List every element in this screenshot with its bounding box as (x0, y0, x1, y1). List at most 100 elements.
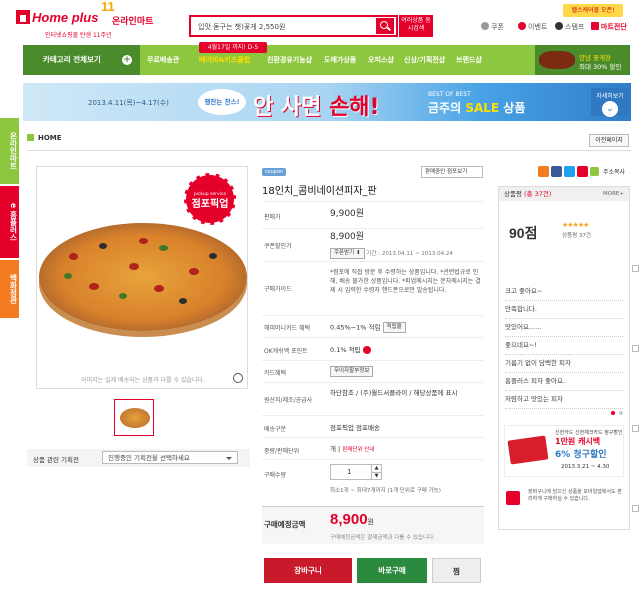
wishlist-button[interactable]: 찜 (432, 558, 481, 583)
copy-address-link[interactable]: 주소복사 (603, 167, 625, 176)
mobile-app-icon (506, 491, 520, 505)
cardben-value: 무이자할부정보 (330, 366, 482, 377)
qty-row: 구매수량 1 ▲ ▼ 최소1개 ~ 최대7개까지 (1개 단위로 구매 가능) (262, 459, 484, 501)
review-list: 크고 좋아요~ 만족합니다. 맛있어요...... 좋으네요~! 기름기 없이 … (505, 283, 623, 409)
list-item[interactable]: 홈플러스 피자 좋아요. (505, 373, 623, 391)
installment-button[interactable]: 무이자할부정보 (330, 366, 374, 377)
unit-value: 개 | 판매단위 안내 (330, 445, 375, 453)
topping (189, 268, 199, 275)
ad-bank: 신한카드 신한체크카드 청구할인 (555, 430, 623, 436)
breadcrumb[interactable]: HOME (27, 134, 62, 142)
list-item[interactable]: 기름기 없이 담백한 피자 (505, 355, 623, 373)
credit-card-image (507, 435, 549, 465)
ok-icon (362, 346, 371, 354)
category-all-button[interactable]: 카테고리 전체보기 + (23, 45, 140, 75)
link-icon (590, 167, 599, 176)
coupon-download-button[interactable]: 쿠폰받기 ⬇ (330, 248, 365, 259)
quick-button[interactable] (632, 345, 639, 352)
home-icon (27, 134, 34, 141)
price-value: 9,900원 (330, 209, 365, 219)
prev-page-button[interactable]: 이전페이지 (589, 134, 629, 147)
quantity-stepper[interactable]: 1 ▲ ▼ (330, 464, 382, 480)
total-label: 구매예정금액 (264, 520, 306, 529)
search-value: 입맛 돋구는 챗)꽃게 2,550원 (198, 23, 286, 31)
topping (89, 283, 99, 290)
nav-event[interactable]: 이벤트 (518, 22, 547, 32)
coupon-price: 8,900원 (330, 232, 365, 242)
menu-item-new[interactable]: 신상/기획전샵 (404, 45, 445, 75)
list-item[interactable]: 크고 좋아요~ (505, 283, 623, 301)
side-tab-online[interactable]: 온라인마트 (0, 118, 19, 184)
banner-more-button[interactable]: 자세히보기 ⌄ (591, 88, 629, 117)
store-select[interactable]: 판매중인 점포보기 (421, 166, 483, 178)
rate-button[interactable]: 적립율 (382, 322, 406, 333)
facebook-icon[interactable] (551, 166, 562, 177)
list-item[interactable]: 맛있어요...... (505, 319, 623, 337)
product-image-box[interactable]: pickup service 점포픽업 이미지는 실제 배송되는 상품과 다를 수… (36, 166, 248, 389)
menu-item-office[interactable]: 오피스샵 (368, 45, 394, 75)
topping (69, 253, 78, 260)
buy-now-button[interactable]: 바로구매 (357, 558, 427, 583)
logo-text[interactable]: Home plus (32, 10, 98, 25)
guide-label: 구매가이드 (264, 286, 292, 293)
side-tab-ehomeplus[interactable]: e 홈플러스 (0, 186, 19, 258)
zoom-icon[interactable] (233, 373, 243, 383)
related-select[interactable]: 진행중인 기획전을 선택하세요 (102, 451, 238, 464)
image-note: 이미지는 실제 배송되는 상품과 다를 수 있습니다. (81, 377, 205, 384)
ship-label: 배송구분 (264, 426, 287, 433)
nav-flyer[interactable]: 마트전단 (591, 22, 627, 32)
list-item[interactable]: 저렴하고 맛있는 피자 (505, 391, 623, 409)
side-tab-dept[interactable]: 백화점관 (0, 260, 19, 318)
unit-guide-link[interactable]: 판매단위 안내 (342, 447, 374, 453)
add-to-cart-button[interactable]: 장바구니 (264, 558, 352, 583)
list-item[interactable]: 좋으네요~! (505, 337, 623, 355)
top-badge[interactable]: 헬스케어몰 오픈! (563, 4, 623, 17)
menu-item-wholesale[interactable]: 도매가상품 (324, 45, 356, 75)
topping (209, 253, 217, 259)
rating-stars: ★★★★★ (562, 221, 589, 229)
quick-button[interactable] (632, 505, 639, 512)
divider (27, 150, 631, 151)
related-label: 상품 관련 기획전 (33, 456, 79, 464)
menu-item-free-shipping[interactable]: 무료배송관 (147, 45, 179, 75)
main-menu: 카테고리 전체보기 + 무료배송관 베이비&키즈클럽 친환경유기농샵 도매가상품 … (23, 45, 630, 75)
topping (99, 243, 107, 249)
product-thumbnail[interactable] (114, 399, 154, 436)
nav-stamp[interactable]: 스탬프 (555, 22, 584, 32)
logo-anniversary: 11 (101, 0, 115, 14)
total-value: 8,900원 (330, 511, 374, 528)
twitter-icon[interactable] (564, 166, 575, 177)
coupon-tag: coupon (262, 168, 286, 176)
search-icon[interactable] (376, 18, 394, 34)
qty-up-icon[interactable]: ▲ (371, 465, 381, 472)
flyer-icon (591, 22, 599, 30)
card-ad[interactable]: 신한카드 신한체크카드 청구할인 1만원 캐시백 6% 청구할인 2013.3.… (504, 425, 624, 477)
qty-down-icon[interactable]: ▼ (371, 472, 381, 479)
list-item[interactable]: 만족합니다. (505, 301, 623, 319)
me2day-icon[interactable] (577, 166, 588, 177)
carousel-dot[interactable] (611, 411, 615, 415)
multi-search-button[interactable]: 여러상품 동시검색 (399, 15, 433, 37)
menu-item-eco[interactable]: 친환경유기농샵 (267, 45, 312, 75)
search-input[interactable]: 입맛 돋구는 챗)꽃게 2,550원 (189, 15, 398, 37)
home-logo-icon[interactable] (16, 10, 30, 24)
carousel-dot[interactable] (619, 411, 623, 415)
banner-headline: 안 사면 손해! (253, 95, 380, 120)
unit-label: 중량/판매단위 (264, 448, 300, 455)
menu-item-brand[interactable]: 브랜드샵 (456, 45, 482, 75)
banner-date: 2013.4.11(목)~4.17(수) (88, 99, 169, 107)
quick-button[interactable] (632, 425, 639, 432)
quick-button[interactable] (632, 265, 639, 272)
mobile-app-text: 장바구니에 담으신 상품을 모바일앱에서도 편리하게 구매하실 수 있습니다. (528, 489, 622, 502)
menu-ad-crab[interactable]: 양념 꽃게장 최대 30% 할인 (535, 45, 630, 75)
sale-banner[interactable]: 2013.4.11(목)~4.17(수) 챙잔는 찬스! 안 사면 손해! BE… (23, 83, 631, 121)
rss-icon[interactable] (538, 166, 549, 177)
banner-sale: 금주의 SALE 상품 (428, 101, 526, 115)
review-more-link[interactable]: MORE+ (603, 187, 624, 201)
nav-coupon[interactable]: 쿠폰 (481, 22, 504, 32)
coupon-icon (481, 22, 489, 30)
review-score: 90점 (509, 225, 538, 241)
origin-value: 하단참조 / (주)월드서플라이 / 해당상품에 표시 (330, 389, 458, 397)
share-bar: 주소복사 (538, 166, 625, 177)
mobile-app-ad[interactable]: 장바구니에 담으신 상품을 모바일앱에서도 편리하게 구매하실 수 있습니다. (504, 485, 624, 515)
